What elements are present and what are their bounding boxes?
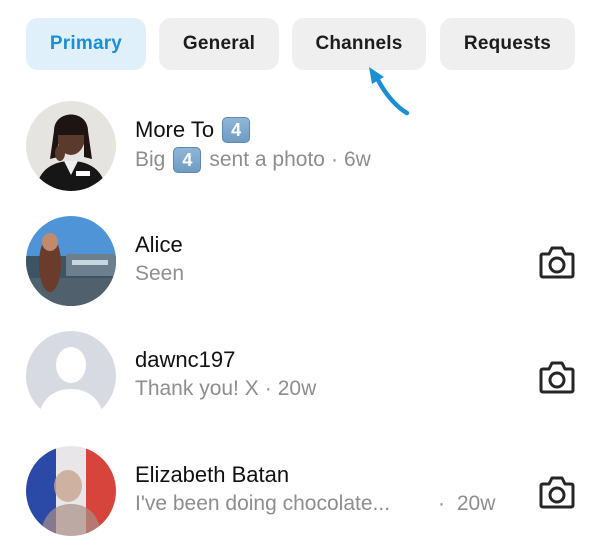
camera-icon[interactable] [538, 359, 576, 395]
preview-time: 20w [277, 377, 317, 400]
tab-requests-label: Requests [463, 33, 552, 54]
preview-text: Seen [135, 262, 185, 285]
preview-text: Thank you! X [135, 377, 259, 400]
thread-name: More To 4 [135, 117, 251, 143]
thread-row[interactable]: Alice Seen [0, 216, 600, 316]
tab-primary[interactable]: Primary [26, 18, 146, 70]
thread-preview: Thank you! X · 20w [135, 377, 316, 401]
preview-text: I've been doing chocolate... [135, 492, 391, 515]
avatar[interactable] [26, 216, 116, 306]
tab-channels-label: Channels [315, 33, 403, 54]
camera-icon[interactable] [538, 474, 576, 510]
separator-dot: · [330, 148, 338, 171]
thread-row[interactable]: dawnc197 Thank you! X · 20w [0, 331, 600, 431]
tab-general[interactable]: General [159, 18, 279, 70]
thread-preview: Big 4 sent a photo · 6w [135, 147, 371, 173]
separator-dot: · [264, 377, 272, 400]
avatar[interactable] [26, 446, 116, 536]
preview-time-group: · 20w [438, 492, 495, 516]
thread-name-text: Elizabeth Batan [135, 462, 290, 487]
thread-preview: Seen [135, 262, 184, 286]
thread-preview: I've been doing chocolate... · 20w [135, 492, 505, 516]
thread-name: dawnc197 [135, 347, 235, 373]
tab-general-label: General [182, 33, 256, 54]
separator-dot: · [438, 492, 445, 515]
avatar[interactable] [26, 331, 116, 421]
thread-name-text: Alice [135, 232, 183, 257]
thread-name: Elizabeth Batan [135, 462, 289, 488]
tab-primary-label: Primary [49, 33, 123, 54]
camera-icon[interactable] [538, 244, 576, 280]
tab-requests[interactable]: Requests [440, 18, 575, 70]
inbox-tabs: Primary General Channels Requests [0, 0, 600, 90]
thread-row[interactable]: Elizabeth Batan I've been doing chocolat… [0, 446, 600, 546]
number-badge: 4 [222, 117, 251, 143]
preview-text: sent a photo [209, 148, 325, 171]
thread-name-text: More To [135, 117, 215, 142]
thread-name: Alice [135, 232, 183, 258]
preview-time: 20w [456, 492, 496, 515]
thread-row[interactable]: More To 4 Big 4 sent a photo · 6w [0, 101, 600, 201]
avatar[interactable] [26, 101, 116, 191]
preview-prefix: Big [135, 148, 166, 171]
preview-time: 6w [343, 148, 371, 171]
number-badge: 4 [173, 147, 202, 173]
thread-name-text: dawnc197 [135, 347, 236, 372]
